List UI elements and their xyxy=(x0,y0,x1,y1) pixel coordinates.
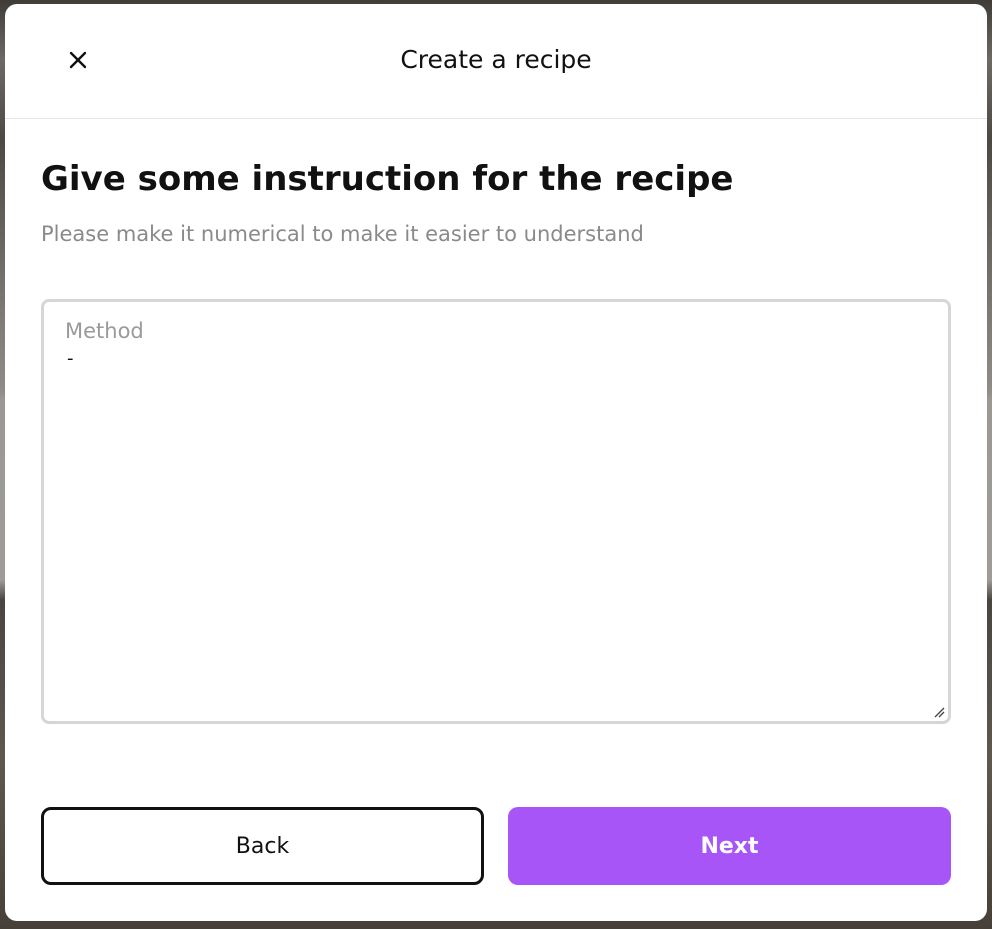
back-button[interactable]: Back xyxy=(41,807,484,885)
modal-title: Create a recipe xyxy=(400,45,592,74)
step-heading: Give some instruction for the recipe xyxy=(41,159,734,199)
method-field[interactable]: Method - xyxy=(41,299,951,724)
resize-handle-icon[interactable] xyxy=(933,706,945,718)
method-label: Method xyxy=(65,319,144,343)
method-textarea[interactable]: - xyxy=(65,346,927,706)
step-subtitle: Please make it numerical to make it easi… xyxy=(41,222,644,246)
modal-header: Create a recipe xyxy=(5,4,987,119)
create-recipe-modal: Create a recipe Give some instruction fo… xyxy=(5,4,987,921)
next-button[interactable]: Next xyxy=(508,807,951,885)
